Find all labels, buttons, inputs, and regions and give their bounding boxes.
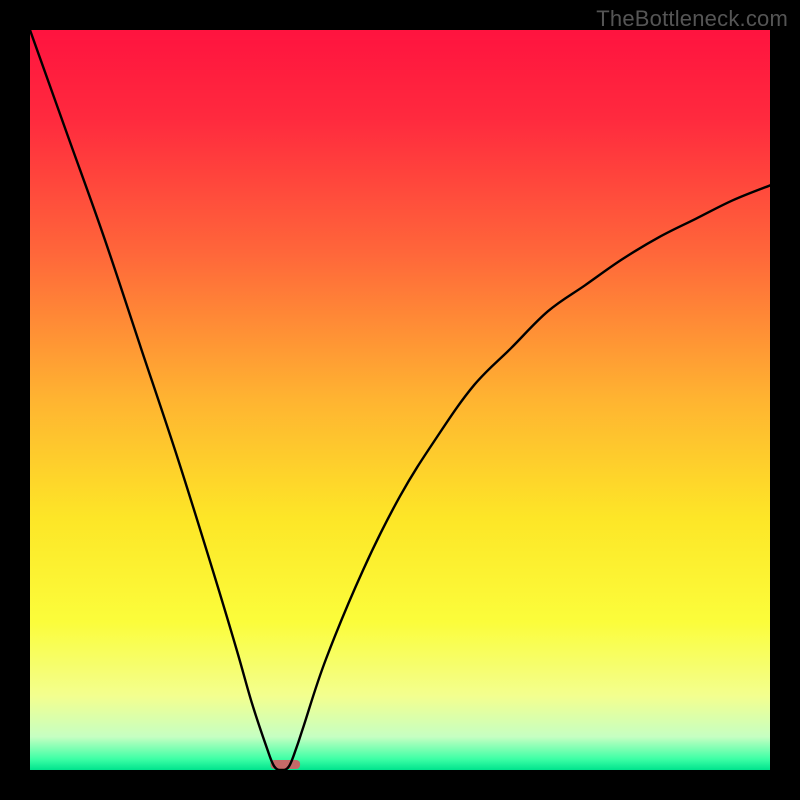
gradient-rect — [30, 30, 770, 770]
chart-svg — [30, 30, 770, 770]
chart-frame: TheBottleneck.com — [0, 0, 800, 800]
watermark-text: TheBottleneck.com — [596, 6, 788, 32]
plot-area — [30, 30, 770, 770]
